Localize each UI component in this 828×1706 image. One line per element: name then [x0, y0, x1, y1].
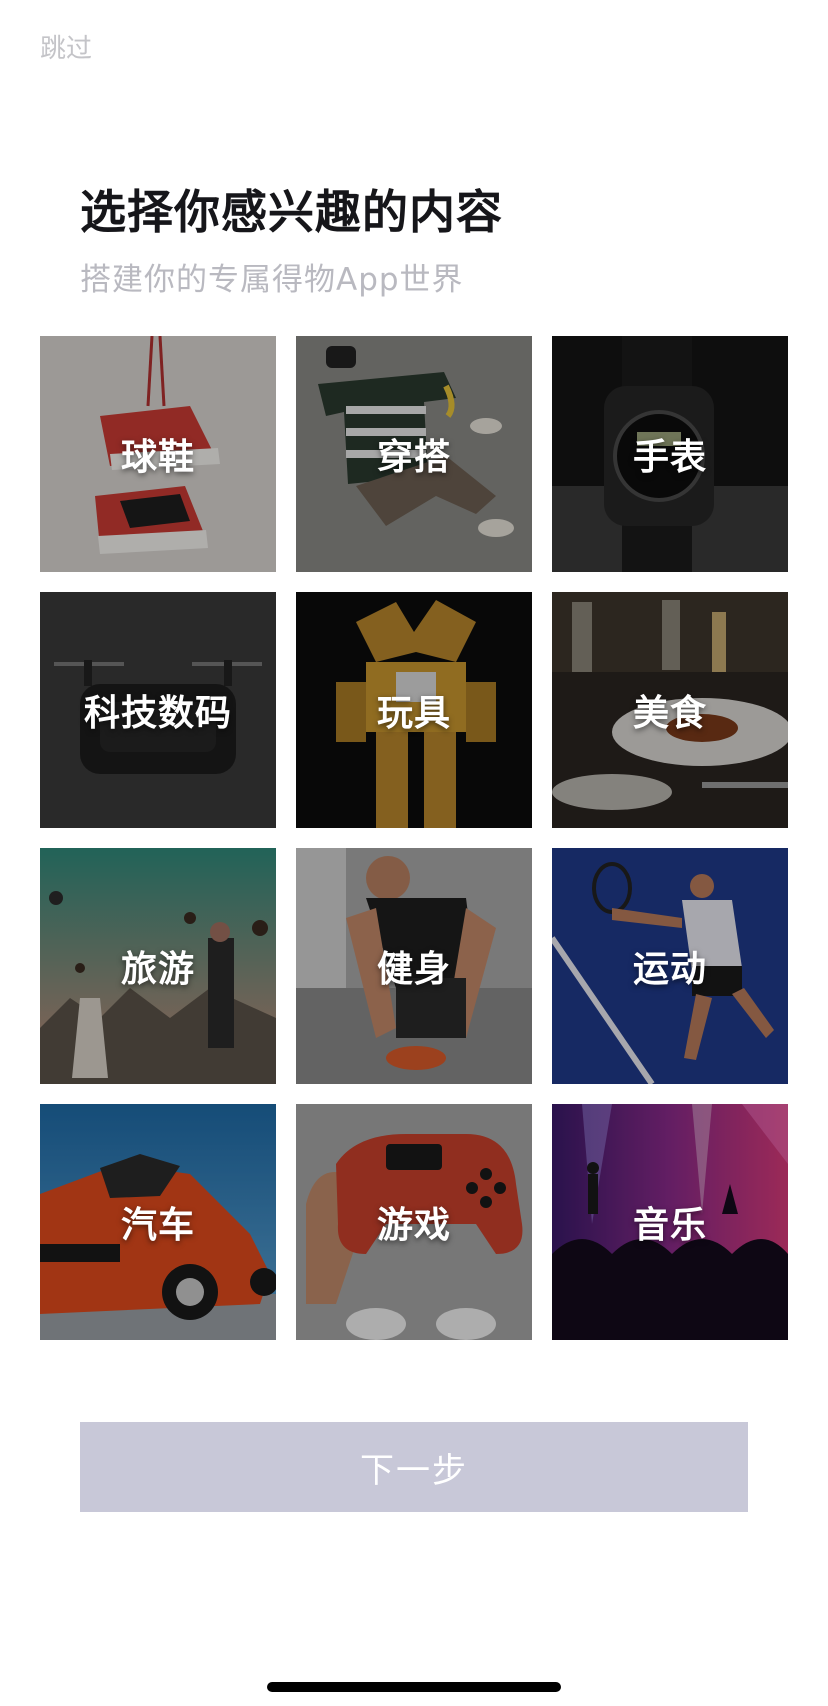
category-tile-travel[interactable]: 旅游 [40, 848, 276, 1084]
category-label: 手表 [632, 437, 707, 478]
category-tile-outfit[interactable]: 穿搭 [296, 336, 532, 572]
skip-button[interactable]: 跳过 [40, 28, 92, 65]
category-label: 美食 [632, 693, 707, 734]
category-tile-tech[interactable]: 科技数码 [40, 592, 276, 828]
category-tile-fitness[interactable]: 健身 [296, 848, 532, 1084]
category-label: 穿搭 [376, 437, 451, 478]
category-label: 运动 [632, 949, 707, 990]
next-step-button[interactable]: 下一步 [80, 1422, 748, 1512]
page-subtitle: 搭建你的专属得物App世界 [80, 262, 464, 298]
category-tile-sports[interactable]: 运动 [552, 848, 788, 1084]
category-label: 球鞋 [120, 437, 195, 478]
category-label: 健身 [376, 949, 451, 990]
category-label: 科技数码 [83, 693, 232, 734]
category-label: 汽车 [120, 1205, 195, 1246]
category-label: 旅游 [120, 949, 195, 990]
category-tile-food[interactable]: 美食 [552, 592, 788, 828]
home-indicator [267, 1682, 561, 1692]
category-tile-watch[interactable]: 手表 [552, 336, 788, 572]
category-label: 音乐 [632, 1205, 707, 1246]
category-label: 游戏 [376, 1205, 451, 1246]
page-title: 选择你感兴趣的内容 [80, 185, 503, 239]
category-label: 玩具 [376, 693, 451, 734]
category-tile-music[interactable]: 音乐 [552, 1104, 788, 1340]
category-grid: 球鞋 穿搭 手表 科技数码 玩具 美食 旅游 健身 运动 汽车 游戏 音乐 [40, 336, 788, 1340]
category-tile-sneakers[interactable]: 球鞋 [40, 336, 276, 572]
category-tile-toys[interactable]: 玩具 [296, 592, 532, 828]
category-tile-cars[interactable]: 汽车 [40, 1104, 276, 1340]
category-tile-games[interactable]: 游戏 [296, 1104, 532, 1340]
